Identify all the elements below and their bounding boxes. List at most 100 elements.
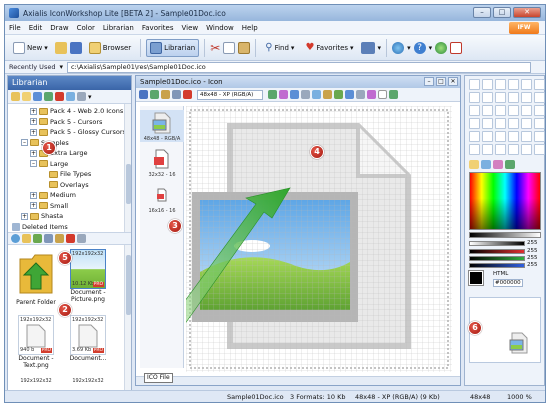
doc-minimize-button[interactable]: – — [424, 77, 434, 86]
brush-size-3[interactable] — [495, 118, 506, 129]
tree-scrollbar[interactable] — [124, 104, 131, 232]
copy-icon[interactable] — [223, 41, 236, 54]
chevron-down-icon[interactable]: ▾ — [59, 63, 63, 71]
file-item[interactable]: 192x192x32 — [10, 377, 62, 384]
polygon-tool[interactable] — [534, 105, 545, 116]
menu-favorites[interactable]: Favorites — [142, 24, 174, 32]
brush-size-6[interactable] — [534, 118, 545, 129]
green-slider[interactable] — [469, 255, 525, 261]
menu-librarian[interactable]: Librarian — [103, 24, 134, 32]
tree-item[interactable]: + Pack 5 - Glossy Cursors — [8, 127, 131, 138]
brush-size-4[interactable] — [508, 118, 519, 129]
eraser-tool[interactable] — [534, 79, 545, 90]
folder-up-icon[interactable] — [11, 92, 20, 101]
file-item[interactable]: 192x192x32 — [62, 377, 114, 384]
display-icon[interactable] — [360, 41, 375, 54]
layer-icon[interactable] — [367, 90, 376, 99]
rotate-icon[interactable] — [334, 90, 343, 99]
palette-tab[interactable] — [469, 160, 479, 169]
new-folder-icon[interactable] — [22, 92, 31, 101]
blend-mode-3[interactable] — [495, 131, 506, 142]
export-icon[interactable] — [389, 90, 398, 99]
delete-icon[interactable] — [55, 92, 64, 101]
filled-ellipse-tool[interactable] — [521, 105, 532, 116]
file-item[interactable]: 192x192x32 3.69 Kb PRO Document... — [62, 315, 114, 362]
import-icon[interactable] — [33, 92, 42, 101]
tree-item[interactable]: + Shasta — [8, 211, 131, 222]
blend-mode-4[interactable] — [508, 131, 519, 142]
menu-edit[interactable]: Edit — [29, 24, 43, 32]
recent-path-field[interactable]: c:\Axialis\Sample01\res\Sample01Doc.ico — [66, 61, 531, 73]
fill-tool[interactable] — [469, 92, 480, 103]
crop-icon[interactable] — [356, 90, 365, 99]
format-item[interactable]: 16x16 - 16 — [140, 182, 184, 214]
save-icon[interactable] — [69, 41, 82, 54]
menu-help[interactable]: Help — [242, 24, 258, 32]
delete-icon[interactable] — [66, 234, 75, 243]
close-button[interactable]: ✕ — [513, 7, 541, 18]
expander-icon[interactable]: + — [21, 212, 28, 220]
effect-5[interactable] — [521, 144, 532, 155]
rectangle-tool[interactable] — [469, 105, 480, 116]
globe-icon[interactable] — [392, 41, 405, 54]
help-icon[interactable]: ? — [413, 41, 426, 54]
tree-item[interactable]: + Medium — [8, 190, 131, 201]
view-icon[interactable] — [44, 234, 53, 243]
tree-item[interactable]: Deleted Items — [8, 222, 131, 233]
flip-icon[interactable] — [345, 90, 354, 99]
expander-icon[interactable]: – — [30, 160, 37, 167]
lasso-tool[interactable] — [482, 79, 493, 90]
librarian-button[interactable]: Librarian — [146, 38, 200, 57]
test-icon[interactable] — [150, 90, 159, 99]
grayscale-strip[interactable] — [469, 232, 541, 238]
effects-icon[interactable] — [279, 90, 288, 99]
mirror-icon[interactable] — [323, 90, 332, 99]
chevron-down-icon[interactable]: ▾ — [407, 44, 411, 52]
browser-button[interactable]: Browser — [85, 39, 135, 57]
pencil-tool[interactable] — [508, 79, 519, 90]
new-format-icon[interactable] — [172, 90, 181, 99]
effect-6[interactable] — [534, 144, 545, 155]
color-palette[interactable] — [469, 172, 541, 230]
globe-icon[interactable] — [11, 234, 20, 243]
ellipse-tool[interactable] — [508, 105, 519, 116]
gear-icon[interactable] — [77, 92, 86, 101]
tree-item[interactable]: + Pack 4 - Web 2.0 Icons — [8, 106, 131, 117]
rounded-rect-tool[interactable] — [495, 105, 506, 116]
menu-draw[interactable]: Draw — [50, 24, 68, 32]
effect-4[interactable] — [508, 144, 519, 155]
folder-icon[interactable] — [22, 234, 31, 243]
new-button[interactable]: New ▾ — [9, 39, 52, 57]
primary-color-swatch[interactable] — [468, 270, 484, 286]
red-slider[interactable] — [469, 248, 525, 254]
blend-mode-5[interactable] — [521, 131, 532, 142]
menu-color[interactable]: Color — [77, 24, 95, 32]
gear-icon[interactable] — [77, 234, 86, 243]
expander-icon[interactable]: + — [30, 128, 37, 136]
tree-item[interactable]: Overlays — [8, 180, 131, 191]
blue-slider[interactable] — [469, 262, 525, 268]
minimize-button[interactable]: – — [473, 7, 491, 18]
transparency-icon[interactable] — [378, 90, 387, 99]
swatches-tab[interactable] — [481, 160, 491, 169]
browser-scrollbar[interactable] — [124, 245, 131, 395]
hex-color-field[interactable]: #000000 — [493, 279, 523, 287]
chevron-down-icon[interactable]: ▾ — [429, 44, 433, 52]
export-icon[interactable] — [44, 92, 53, 101]
expander-icon[interactable]: + — [30, 202, 37, 209]
blend-mode-2[interactable] — [482, 131, 493, 142]
file-item[interactable]: 192x192x32 940 b PRO Document - Text.png — [10, 315, 62, 369]
effect-2[interactable] — [482, 144, 493, 155]
tree-item[interactable]: – Large — [8, 159, 131, 170]
maximize-button[interactable]: □ — [493, 7, 511, 18]
expander-icon[interactable]: + — [30, 118, 37, 125]
styles-tab[interactable] — [505, 160, 515, 169]
tree-item[interactable]: File Types — [8, 169, 131, 180]
brush-size-2[interactable] — [482, 118, 493, 129]
format-select[interactable]: 48x48 - XP (RGB/A) — [197, 89, 263, 100]
zoom-icon[interactable] — [290, 90, 299, 99]
text-tool[interactable] — [508, 92, 519, 103]
tree-item[interactable]: – Samples — [8, 138, 131, 149]
blend-mode-1[interactable] — [469, 131, 480, 142]
expander-icon[interactable]: – — [21, 139, 28, 146]
